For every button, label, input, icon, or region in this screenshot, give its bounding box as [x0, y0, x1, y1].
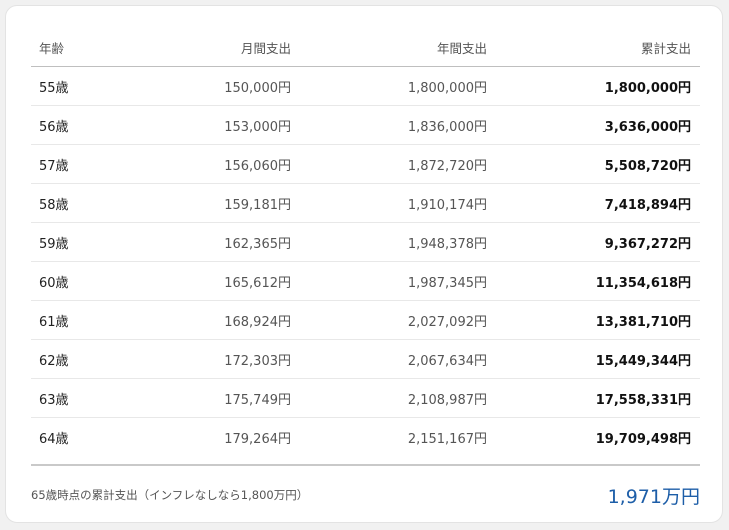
- cell-monthly: 150,000円: [224, 80, 291, 96]
- cell-monthly: 179,264円: [224, 432, 291, 447]
- table-row: 59歳 162,365円 1,948,378円 9,367,272円: [31, 223, 700, 262]
- header-age: 年齢: [39, 40, 65, 56]
- cell-annual: 1,987,345円: [407, 275, 487, 291]
- cell-age: 59歳: [39, 236, 69, 252]
- cell-cumulative: 7,418,894円: [604, 197, 691, 213]
- cell-annual: 2,151,167円: [407, 432, 487, 447]
- cell-annual: 2,027,092円: [407, 314, 487, 330]
- cell-cumulative: 11,354,618円: [595, 275, 691, 291]
- cell-age: 56歳: [39, 119, 69, 135]
- table-row: 57歳 156,060円 1,872,720円 5,508,720円: [31, 145, 700, 184]
- table-row: 62歳 172,303円 2,067,634円 15,449,344円: [31, 340, 700, 379]
- header-monthly: 月間支出: [240, 40, 291, 56]
- table-row: 63歳 175,749円 2,108,987円 17,558,331円: [31, 379, 700, 418]
- table-row: 60歳 165,612円 1,987,345円 11,354,618円: [31, 262, 700, 301]
- cell-cumulative: 9,367,272円: [604, 236, 691, 252]
- cell-monthly: 153,000円: [224, 119, 291, 135]
- table-body: 55歳 150,000円 1,800,000円 1,800,000円 56歳 153,00…: [31, 67, 700, 457]
- header-annual: 年間支出: [436, 40, 487, 56]
- cell-annual: 1,948,378円: [407, 236, 487, 252]
- cell-cumulative: 3,636,000円: [604, 119, 691, 135]
- cell-cumulative: 17,558,331円: [595, 392, 691, 408]
- table-header-row: 年齢 月間支出 年間支出 累計支出: [31, 28, 700, 67]
- cell-annual: 1,872,720円: [407, 158, 487, 174]
- cell-monthly: 156,060円: [224, 158, 291, 174]
- cell-age: 64歳: [39, 432, 69, 447]
- cell-annual: 1,800,000円: [407, 80, 487, 96]
- table-row: 58歳 159,181円 1,910,174円 7,418,894円: [31, 184, 700, 223]
- header-cumulative: 累計支出: [640, 40, 691, 56]
- table-row: 56歳 153,000円 1,836,000円 3,636,000円: [31, 106, 700, 145]
- cell-monthly: 165,612円: [224, 275, 291, 291]
- cell-age: 57歳: [39, 158, 69, 174]
- cell-age: 60歳: [39, 275, 69, 291]
- cell-age: 55歳: [39, 80, 69, 96]
- cell-age: 63歳: [39, 392, 69, 408]
- cell-monthly: 162,365円: [224, 236, 291, 252]
- cell-annual: 1,910,174円: [407, 197, 487, 213]
- table-row: 55歳 150,000円 1,800,000円 1,800,000円: [31, 67, 700, 106]
- table-row: 64歳 179,264円 2,151,167円 19,709,498円: [31, 418, 700, 457]
- cell-annual: 1,836,000円: [407, 119, 487, 135]
- cell-cumulative: 15,449,344円: [595, 353, 691, 369]
- summary-value: 1,971万円: [607, 485, 700, 508]
- cell-cumulative: 5,508,720円: [604, 158, 691, 174]
- footer-divider: [31, 464, 700, 466]
- cell-cumulative: 1,800,000円: [604, 80, 691, 96]
- expense-table-card: 年齢 月間支出 年間支出 累計支出 55歳 150,000円 1,800,000円 1…: [5, 5, 723, 523]
- summary-footer: 65歳時点の累計支出（インフレなしなら1,800万円） 1,971万円: [31, 480, 700, 510]
- cell-cumulative: 19,709,498円: [595, 432, 691, 447]
- summary-label: 65歳時点の累計支出（インフレなしなら1,800万円）: [31, 488, 309, 502]
- cell-monthly: 159,181円: [224, 197, 291, 213]
- cell-annual: 2,108,987円: [407, 392, 487, 408]
- cell-age: 58歳: [39, 197, 69, 213]
- cell-cumulative: 13,381,710円: [595, 314, 691, 330]
- cell-monthly: 175,749円: [224, 392, 291, 408]
- table-row: 61歳 168,924円 2,027,092円 13,381,710円: [31, 301, 700, 340]
- cell-annual: 2,067,634円: [407, 353, 487, 369]
- cell-monthly: 172,303円: [224, 353, 291, 369]
- cell-age: 61歳: [39, 314, 69, 330]
- cell-age: 62歳: [39, 353, 69, 369]
- cell-monthly: 168,924円: [224, 314, 291, 330]
- expense-table: 年齢 月間支出 年間支出 累計支出 55歳 150,000円 1,800,000円 1…: [31, 28, 700, 457]
